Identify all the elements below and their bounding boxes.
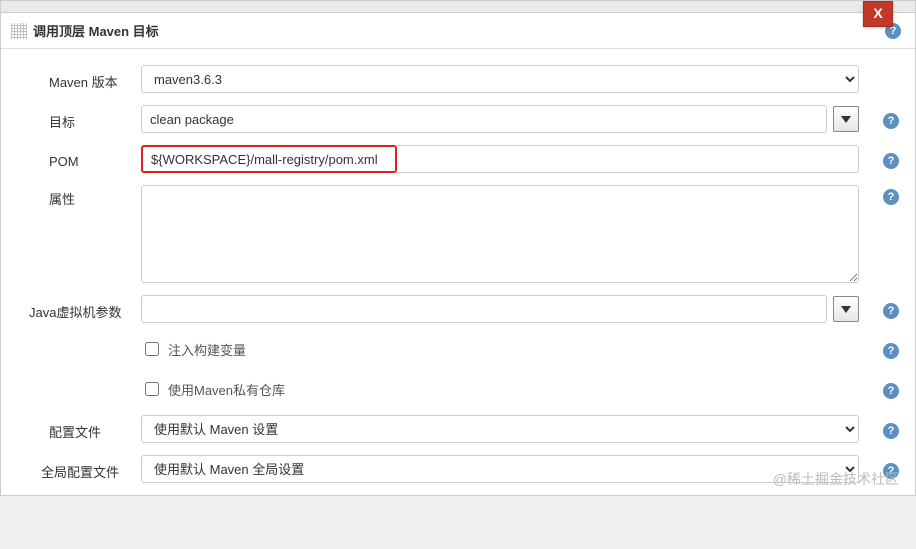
row-private-repo: 使用Maven私有仓库 ? xyxy=(1,369,915,409)
chevron-down-icon xyxy=(841,306,851,313)
label-config-file: 配置文件 xyxy=(1,418,141,441)
chevron-down-icon xyxy=(841,116,851,123)
inject-build-vars-label: 注入构建变量 xyxy=(168,340,246,359)
maven-version-select[interactable]: maven3.6.3 xyxy=(141,65,859,93)
label-pom: POM xyxy=(1,150,141,169)
empty-label xyxy=(1,347,141,351)
form-body: Maven 版本 maven3.6.3 目标 ? POM xyxy=(1,49,915,495)
delete-step-button[interactable]: X xyxy=(863,1,893,27)
help-icon[interactable]: ? xyxy=(883,423,899,439)
label-global-config-file: 全局配置文件 xyxy=(1,458,141,481)
goal-input[interactable] xyxy=(141,105,827,133)
label-maven-version: Maven 版本 xyxy=(1,68,141,91)
advanced-toggle-button[interactable] xyxy=(833,296,859,322)
help-icon[interactable]: ? xyxy=(883,463,899,479)
advanced-toggle-button[interactable] xyxy=(833,106,859,132)
panel-title: 调用顶层 Maven 目标 xyxy=(33,21,159,40)
row-maven-version: Maven 版本 maven3.6.3 xyxy=(1,59,915,99)
drag-handle-icon[interactable] xyxy=(11,23,27,39)
row-config-file: 配置文件 使用默认 Maven 设置 ? xyxy=(1,409,915,449)
help-icon[interactable]: ? xyxy=(883,383,899,399)
help-icon[interactable]: ? xyxy=(883,189,899,205)
private-repo-checkbox[interactable] xyxy=(145,382,159,396)
row-properties: 属性 ? xyxy=(1,179,915,289)
config-file-select[interactable]: 使用默认 Maven 设置 xyxy=(141,415,859,443)
row-jvm-args: Java虚拟机参数 ? xyxy=(1,289,915,329)
inject-build-vars-checkbox[interactable] xyxy=(145,342,159,356)
top-bar xyxy=(0,0,916,12)
help-icon[interactable]: ? xyxy=(883,343,899,359)
jvm-args-input[interactable] xyxy=(141,295,827,323)
empty-label xyxy=(1,387,141,391)
properties-textarea[interactable] xyxy=(141,185,859,283)
panel-header: 调用顶层 Maven 目标 ? xyxy=(1,13,915,49)
pom-input-ext xyxy=(397,145,859,173)
row-goal: 目标 ? xyxy=(1,99,915,139)
maven-build-step-panel: X 调用顶层 Maven 目标 ? Maven 版本 maven3.6.3 目标… xyxy=(0,12,916,496)
label-goal: 目标 xyxy=(1,108,141,131)
label-properties: 属性 xyxy=(1,185,141,208)
row-pom: POM ? xyxy=(1,139,915,179)
label-jvm-args: Java虚拟机参数 xyxy=(1,298,141,321)
global-config-file-select[interactable]: 使用默认 Maven 全局设置 xyxy=(141,455,859,483)
help-icon[interactable]: ? xyxy=(883,303,899,319)
pom-input[interactable] xyxy=(141,145,397,173)
help-icon[interactable]: ? xyxy=(883,153,899,169)
help-icon[interactable]: ? xyxy=(883,113,899,129)
row-global-config-file: 全局配置文件 使用默认 Maven 全局设置 ? xyxy=(1,449,915,489)
private-repo-label: 使用Maven私有仓库 xyxy=(168,380,285,399)
row-inject-vars: 注入构建变量 ? xyxy=(1,329,915,369)
